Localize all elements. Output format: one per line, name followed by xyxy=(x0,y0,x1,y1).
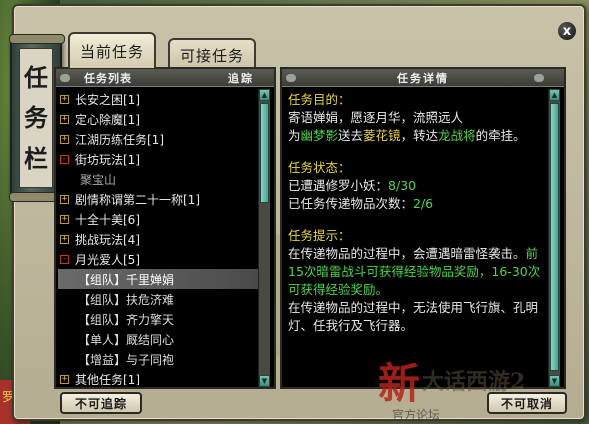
cancel-task-button[interactable]: 不可取消 xyxy=(487,392,567,414)
item-link[interactable]: 菱花镜 xyxy=(363,128,401,143)
task-list-header: 任务列表 追踪 xyxy=(56,69,274,87)
task-detail-panel: 任务详情 任务目的： 寄语婵娟，愿逐月华，流照远人 为幽梦影送去菱花镜，转达龙战… xyxy=(280,67,566,389)
task-label: 其他任务[1] xyxy=(75,372,140,386)
collapse-icon[interactable]: - xyxy=(60,254,69,264)
task-label: 剧情称谓第二十一称[1] xyxy=(75,192,200,207)
task-detail-content: 任务目的： 寄语婵娟，愿逐月华，流照远人 为幽梦影送去菱花镜，转达龙战将的牵挂。… xyxy=(288,91,548,383)
title-char: 任 xyxy=(24,62,48,92)
hint-title: 任务提示： xyxy=(288,228,351,243)
task-detail-header: 任务详情 xyxy=(282,69,564,87)
task-label: 【单人】厩结同心 xyxy=(78,332,175,347)
task-item[interactable]: 【单人】厩结同心 xyxy=(58,329,258,349)
header-ornament xyxy=(534,73,544,82)
task-group[interactable]: + 定心除魔[1] xyxy=(58,109,258,129)
task-subitem[interactable]: 聚宝山 xyxy=(58,169,258,189)
task-group[interactable]: - 街坊玩法[1] xyxy=(58,149,258,169)
tab-available-tasks[interactable]: 可接任务 xyxy=(168,38,257,70)
close-button[interactable]: x xyxy=(556,20,578,42)
task-label: 长安之困[1] xyxy=(75,92,140,107)
task-window: 任 务 栏 x 当前任务 可接任务 任务列表 追踪 + 长安之困[1] + 定心除魔[… xyxy=(9,4,586,422)
scroll-up-icon[interactable]: ▲ xyxy=(259,89,270,101)
status-label: 已任务传递物品次数： xyxy=(288,196,414,211)
task-detail-scrollbar[interactable]: ▲ ▼ xyxy=(548,89,560,387)
scroll-thumb[interactable] xyxy=(260,103,269,203)
task-item[interactable]: 【组队】千里婵娟 xyxy=(58,269,258,289)
untrack-button[interactable]: 不可追踪 xyxy=(60,392,142,414)
objective-text-part: 送去 xyxy=(338,128,364,143)
status-title: 任务状态： xyxy=(288,160,351,175)
track-column-title: 追踪 xyxy=(228,71,254,85)
task-group[interactable]: + 其他任务[1] xyxy=(58,369,258,385)
task-detail-title: 任务详情 xyxy=(397,71,449,85)
task-label: 【组队】千里婵娟 xyxy=(78,272,175,287)
task-label: 月光爱人[5] xyxy=(75,252,140,267)
expand-icon[interactable]: + xyxy=(60,94,69,104)
logo-subtitle: 官方论坛 xyxy=(392,408,441,422)
status-count: 2/6 xyxy=(413,196,434,211)
task-item[interactable]: 【增益】与子同袍 xyxy=(58,349,258,369)
task-item[interactable]: 【组队】齐力擎天 xyxy=(58,309,258,329)
task-label: 【组队】扶危济难 xyxy=(78,292,175,307)
npc-link[interactable]: 幽梦影 xyxy=(301,128,339,143)
task-label: 【增益】与子同袍 xyxy=(78,352,175,367)
hint-text: 在传递物品的过程中，会遭遇暗雷怪袭击。前15次暗雷战斗可获得经验物品奖励，16-… xyxy=(288,245,548,335)
task-group[interactable]: - 月光爱人[5] xyxy=(58,249,258,269)
header-ornament xyxy=(286,73,296,82)
task-list-title: 任务列表 xyxy=(84,71,132,85)
task-label: 挑战玩法[4] xyxy=(75,232,140,247)
status-line: 已遭遇修罗小妖：8/30 xyxy=(288,177,548,195)
objective-text-part: 为 xyxy=(288,128,301,143)
task-list: + 长安之困[1] + 定心除魔[1] + 江湖历练任务[1] - 街坊玩法[1] 聚宝山 + 剧情… xyxy=(58,89,258,385)
task-label: 江湖历练任务[1] xyxy=(75,132,164,147)
scroll-down-icon[interactable]: ▼ xyxy=(549,375,560,387)
scroll-thumb[interactable] xyxy=(550,103,559,371)
task-label: 十全十美[6] xyxy=(75,212,140,227)
expand-icon[interactable]: + xyxy=(60,234,69,244)
scroll-up-icon[interactable]: ▲ xyxy=(549,89,560,101)
objective-text-part: 的牵挂。 xyxy=(475,128,526,143)
objective-line: 寄语婵娟，愿逐月华，流照远人 xyxy=(288,110,464,125)
task-group[interactable]: + 十全十美[6] xyxy=(58,209,258,229)
window-title: 任 务 栏 xyxy=(19,48,53,188)
task-item[interactable]: 【组队】扶危济难 xyxy=(58,289,258,309)
scroll-down-icon[interactable]: ▼ xyxy=(259,375,270,387)
task-label: 聚宝山 xyxy=(80,172,117,187)
tab-current-tasks[interactable]: 当前任务 xyxy=(68,32,157,68)
expand-icon[interactable]: + xyxy=(60,134,69,144)
status-label: 已遭遇修罗小妖： xyxy=(288,178,389,193)
task-label: 【组队】齐力擎天 xyxy=(78,312,175,327)
task-label: 街坊玩法[1] xyxy=(75,152,140,167)
objective-text: 寄语婵娟，愿逐月华，流照远人 为幽梦影送去菱花镜，转达龙战将的牵挂。 xyxy=(288,109,548,145)
task-group[interactable]: + 长安之困[1] xyxy=(58,89,258,109)
expand-icon[interactable]: + xyxy=(60,194,69,204)
collapse-icon[interactable]: - xyxy=(60,154,69,164)
title-char: 栏 xyxy=(24,143,48,173)
task-group[interactable]: + 剧情称谓第二十一称[1] xyxy=(58,189,258,209)
task-group[interactable]: + 江湖历练任务[1] xyxy=(58,129,258,149)
hint-line: 在传递物品的过程中，会遭遇暗雷怪袭击。 xyxy=(288,246,526,261)
hint-line: 在传递物品的过程中，无法使用飞行旗、孔明灯、任我行及飞行器。 xyxy=(288,300,539,333)
title-char: 务 xyxy=(24,103,48,132)
task-group[interactable]: + 挑战玩法[4] xyxy=(58,229,258,249)
task-list-panel: 任务列表 追踪 + 长安之困[1] + 定心除魔[1] + 江湖历练任务[1] - 街坊玩法[… xyxy=(54,67,276,389)
header-ornament xyxy=(60,73,70,82)
task-list-scrollbar[interactable]: ▲ ▼ xyxy=(258,89,270,387)
npc-link[interactable]: 龙战将 xyxy=(438,128,476,143)
expand-icon[interactable]: + xyxy=(60,114,69,124)
close-icon: x xyxy=(562,23,572,39)
task-label: 定心除魔[1] xyxy=(75,112,140,127)
objective-text-part: ，转达 xyxy=(400,128,439,143)
objective-title: 任务目的： xyxy=(288,92,351,107)
expand-icon[interactable]: + xyxy=(60,374,69,384)
status-count: 8/30 xyxy=(388,178,417,193)
expand-icon[interactable]: + xyxy=(60,214,69,224)
status-line: 已任务传递物品次数：2/6 xyxy=(288,195,548,213)
